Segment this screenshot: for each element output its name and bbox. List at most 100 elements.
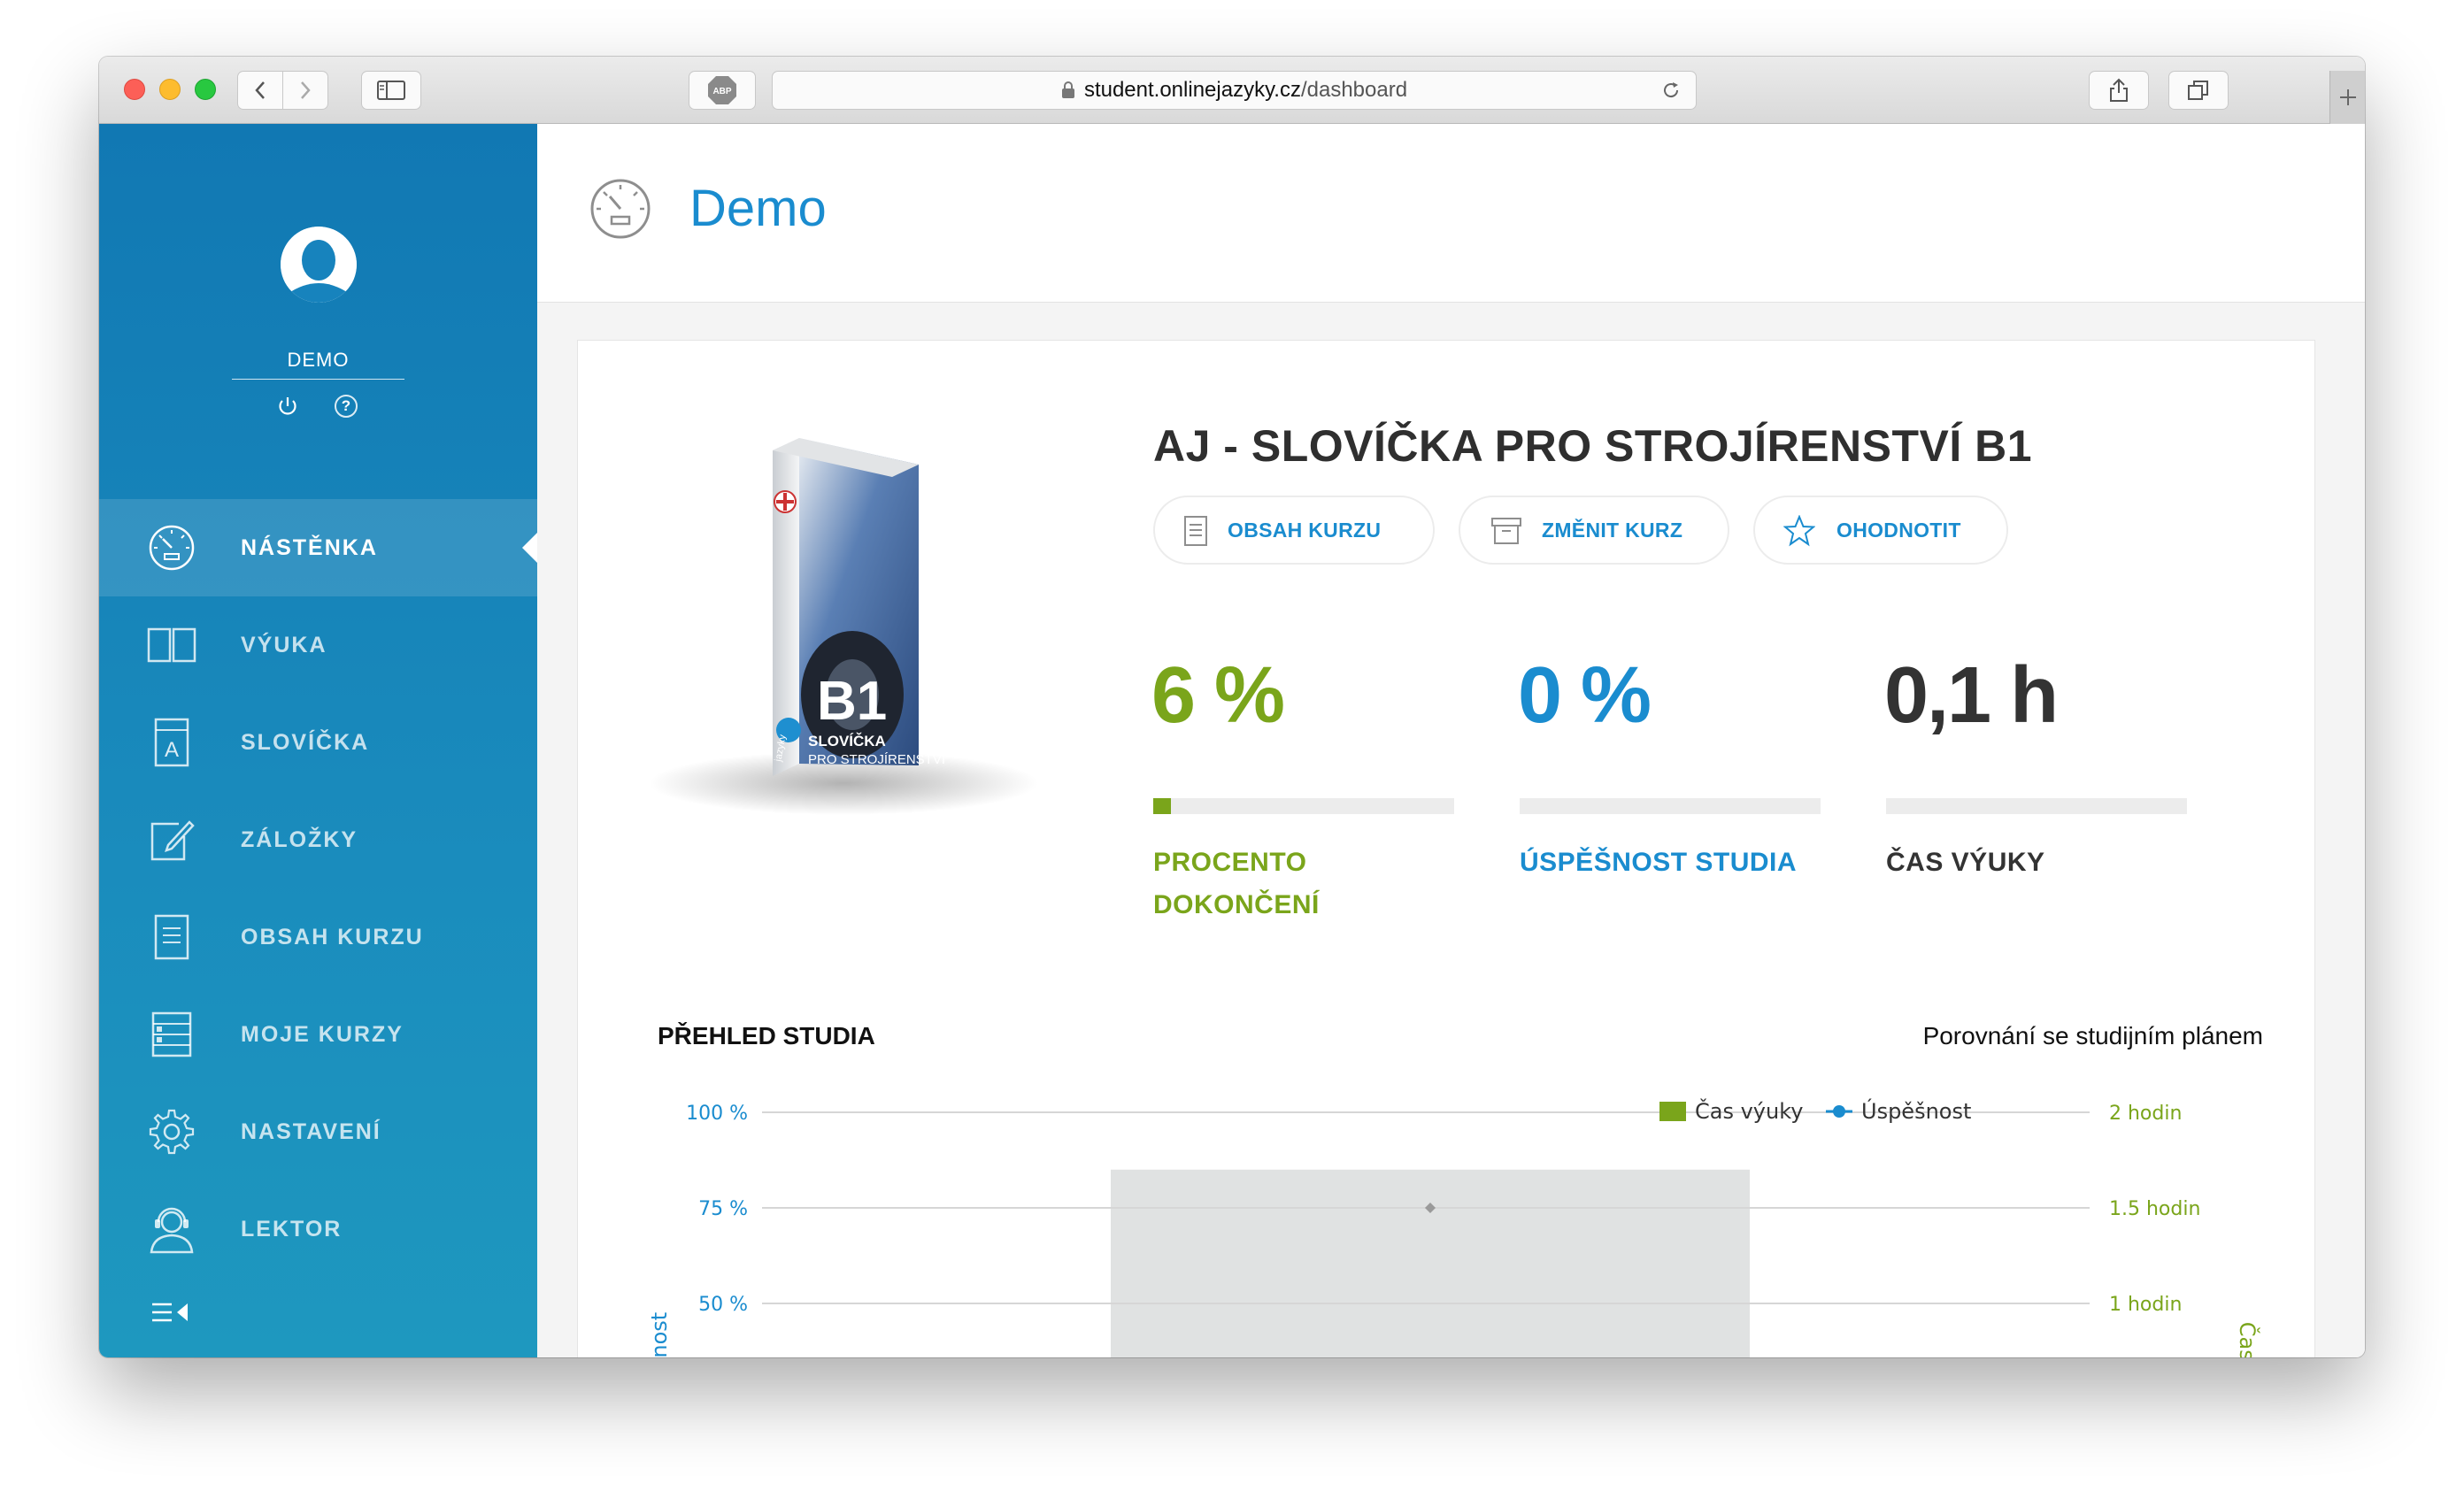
- sidebar-item-vyuka[interactable]: VÝUKA: [99, 596, 537, 694]
- forward-button[interactable]: [282, 71, 328, 110]
- sidebar-item-label: SLOVÍČKA: [241, 729, 370, 755]
- adblock-icon: ABP: [708, 76, 736, 104]
- archive-box-icon: [1491, 518, 1521, 544]
- course-card: B1 SLOVÍČKA PRO STROJÍRENSTVÍ jazyky AJ …: [577, 340, 2315, 1357]
- user-avatar-icon: [281, 227, 357, 303]
- svg-text:A: A: [165, 738, 179, 762]
- completion-label-line1: PROCENTO: [1153, 848, 1307, 877]
- success-value: 0 %: [1518, 651, 1652, 740]
- page-header: Demo: [537, 124, 2365, 303]
- adblock-button[interactable]: ABP: [689, 71, 756, 110]
- sidebar-item-label: NÁSTĚNKA: [241, 534, 378, 560]
- success-label: ÚSPĚŠNOST STUDIA: [1520, 848, 1798, 877]
- completion-label: PROCENTO DOKONČENÍ: [1153, 842, 1320, 926]
- y-right-axis-title: Čas výuky: [2235, 1322, 2261, 1357]
- sidebar-item-label: VÝUKA: [241, 632, 327, 657]
- y-right-tick: 1.5 hodin: [2109, 1198, 2200, 1220]
- chevron-right-icon: [301, 81, 311, 99]
- url-path: /dashboard: [1300, 78, 1408, 102]
- sidebar-item-obsah-kurzu[interactable]: OBSAH KURZU: [99, 888, 537, 986]
- sidebar-item-lektor[interactable]: LEKTOR: [99, 1180, 537, 1278]
- completion-progress-bar: [1153, 798, 1454, 814]
- document-list-icon: [147, 912, 196, 962]
- study-time-label: ČAS VÝUKY: [1886, 848, 2045, 877]
- y-right-tick: 2 hodin: [2109, 1103, 2182, 1125]
- rate-course-label: OHODNOTIT: [1836, 518, 1961, 542]
- plus-icon: [2339, 89, 2356, 105]
- change-course-label: ZMĚNIT KURZ: [1542, 518, 1683, 542]
- dashboard-gauge-icon: [147, 523, 196, 573]
- legend-time-swatch: [1659, 1102, 1686, 1121]
- sidebar-item-nastenka[interactable]: NÁSTĚNKA: [99, 499, 537, 596]
- overview-title: PŘEHLED STUDIA: [658, 1022, 875, 1049]
- box-line2: PRO STROJÍRENSTVÍ: [808, 752, 946, 767]
- sidebar-item-nastaveni[interactable]: NASTAVENÍ: [99, 1083, 537, 1180]
- browser-toolbar: ABP student.onlinejazyky.cz/dashboard: [99, 57, 2365, 124]
- new-tab-button[interactable]: [2329, 71, 2365, 124]
- box-line1: SLOVÍČKA: [808, 733, 886, 750]
- logout-power-icon[interactable]: [276, 395, 299, 418]
- completion-label-line2: DOKONČENÍ: [1153, 890, 1320, 919]
- sidebar-item-moje-kurzy[interactable]: MOJE KURZY: [99, 986, 537, 1083]
- sidebar-item-label: OBSAH KURZU: [241, 924, 424, 949]
- gear-icon: [147, 1107, 196, 1157]
- browser-window: ABP student.onlinejazyky.cz/dashboard DE…: [99, 57, 2365, 1357]
- vocabulary-card-icon: A: [147, 718, 196, 767]
- address-bar[interactable]: student.onlinejazyky.cz/dashboard: [772, 71, 1697, 110]
- completion-progress-fill: [1153, 798, 1172, 814]
- study-time-progress-bar: [1886, 798, 2187, 814]
- course-content-button[interactable]: OBSAH KURZU: [1153, 496, 1435, 565]
- rate-course-button[interactable]: OHODNOTIT: [1753, 496, 2008, 565]
- sidebar-item-zalozky[interactable]: ZÁLOŽKY: [99, 791, 537, 888]
- avatar[interactable]: [281, 227, 357, 303]
- dashboard-gauge-icon: [590, 179, 651, 239]
- study-time-value: 0,1 h: [1884, 651, 2059, 740]
- share-button[interactable]: [2089, 71, 2149, 110]
- back-button[interactable]: [237, 71, 283, 110]
- adblock-label: ABP: [712, 87, 731, 96]
- close-window-button[interactable]: [124, 79, 145, 100]
- page-title: Demo: [689, 180, 827, 237]
- sidebar-toggle-button[interactable]: [361, 71, 421, 110]
- url-host: student.onlinejazyky.cz: [1083, 78, 1301, 102]
- time-bar: [1111, 1169, 1750, 1357]
- course-content-label: OBSAH KURZU: [1228, 518, 1382, 542]
- document-list-icon: [1184, 516, 1207, 546]
- box-level: B1: [817, 671, 887, 732]
- y-left-axis-title: Úspěšnost: [645, 1312, 672, 1357]
- y-left-tick: 75 %: [698, 1198, 748, 1220]
- sidebar-item-label: LEKTOR: [241, 1216, 343, 1241]
- user-name[interactable]: DEMO: [232, 349, 404, 380]
- completion-value: 6 %: [1151, 651, 1285, 740]
- course-box-image: B1 SLOVÍČKA PRO STROJÍRENSTVÍ jazyky: [649, 438, 1038, 815]
- tabs-overview-button[interactable]: [2168, 71, 2229, 110]
- legend-success-marker: [1833, 1105, 1845, 1118]
- y-left-tick: 100 %: [686, 1103, 748, 1125]
- success-progress-bar: [1520, 798, 1821, 814]
- zoom-window-button[interactable]: [195, 79, 216, 100]
- sidebar: DEMO ? NÁSTĚNKA VÝUKA A SLOVÍČKA ZÁLOŽKY…: [99, 124, 537, 1357]
- collapse-sidebar-button[interactable]: [150, 1301, 191, 1331]
- course-title: AJ - SLOVÍČKA PRO STROJÍRENSTVÍ B1: [1153, 421, 2033, 471]
- help-icon[interactable]: ?: [335, 395, 358, 418]
- compare-plan-link[interactable]: Porovnání se studijním plánem: [1923, 1022, 2263, 1050]
- tutor-headset-icon: [147, 1204, 196, 1254]
- change-course-button[interactable]: ZMĚNIT KURZ: [1459, 496, 1729, 565]
- star-icon: [1783, 515, 1815, 547]
- lock-icon: [1061, 81, 1074, 98]
- y-right-tick: 1 hodin: [2109, 1294, 2182, 1316]
- chevron-left-icon: [255, 81, 265, 99]
- minimize-window-button[interactable]: [159, 79, 181, 100]
- y-left-tick: 50 %: [698, 1294, 748, 1316]
- legend-success-label: Úspěšnost: [1861, 1097, 1971, 1124]
- legend-time-label: Čas výuky: [1695, 1097, 1803, 1124]
- sidebar-toggle-icon: [377, 81, 405, 100]
- sidebar-item-label: ZÁLOŽKY: [241, 826, 358, 852]
- course-list-icon: [147, 1010, 196, 1059]
- book-icon: [147, 620, 196, 670]
- reload-icon[interactable]: [1660, 80, 1682, 101]
- bookmark-edit-icon: [147, 815, 196, 865]
- sidebar-item-slovicka[interactable]: A SLOVÍČKA: [99, 694, 537, 791]
- main-content: Demo B1 SLOVÍČKA PRO STROJÍRENSTVÍ jazyk…: [537, 124, 2365, 1357]
- sidebar-item-label: MOJE KURZY: [241, 1021, 404, 1047]
